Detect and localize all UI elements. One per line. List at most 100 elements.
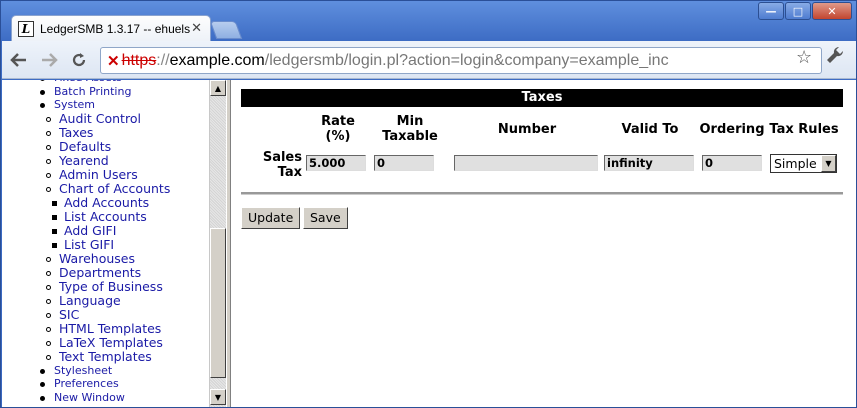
sidebar-item-label: Fixed Assets <box>54 80 122 84</box>
sidebar-item-text-templates[interactable]: Text Templates <box>2 348 170 364</box>
scroll-down-arrow-icon[interactable]: ▼ <box>210 389 226 405</box>
bullet-icon <box>52 200 57 206</box>
menu-scrollbar[interactable]: ▲ ▼ <box>209 80 226 407</box>
sidebar-item-label: Text Templates <box>59 348 152 364</box>
sidebar-item-label: SIC <box>59 306 80 322</box>
sidebar-item-audit-control[interactable]: Audit Control <box>2 110 170 126</box>
back-arrow-icon[interactable] <box>6 47 32 73</box>
save-button[interactable]: Save <box>303 207 348 229</box>
ordering-input[interactable]: 0 <box>702 155 762 171</box>
sidebar-item-label: Departments <box>59 264 142 280</box>
main-frame: Taxes Rate (%) Min Taxable Number Valid … <box>232 80 856 407</box>
sidebar-item-label: HTML Templates <box>59 320 162 336</box>
sidebar-item-list-accounts[interactable]: List Accounts <box>2 208 170 224</box>
sidebar-item-warehouses[interactable]: Warehouses <box>2 250 170 266</box>
tab-close-icon[interactable]: ✕ <box>191 21 202 36</box>
sidebar-item-type-of-business[interactable]: Type of Business <box>2 279 170 294</box>
sidebar-item-new-window[interactable]: New Window <box>2 391 170 405</box>
column-header-ordering: Ordering <box>699 122 765 137</box>
bullet-icon <box>46 116 51 122</box>
browser-window: L LedgerSMB 1.3.17 -- ehuelsma ✕ — □ ✕ ✕… <box>0 0 857 408</box>
bullet-icon <box>40 395 45 401</box>
maximize-button[interactable]: □ <box>785 2 811 20</box>
sidebar-item-label: Language <box>59 292 121 308</box>
sidebar-item-label: Chart of Accounts <box>59 180 171 196</box>
sidebar-item-preferences[interactable]: Preferences <box>2 377 170 391</box>
bullet-icon <box>46 340 51 346</box>
sidebar-item-label: Add GIFI <box>64 222 117 238</box>
sidebar-item-add-accounts[interactable]: Add Accounts <box>2 194 170 210</box>
sidebar-item-language[interactable]: Language <box>2 292 170 308</box>
sidebar-item-html-templates[interactable]: HTML Templates <box>2 320 170 336</box>
sidebar-item-label: Add Accounts <box>64 194 150 210</box>
bullet-icon <box>46 256 51 262</box>
column-header-number: Number <box>497 122 557 137</box>
sidebar-item-departments[interactable]: Departments <box>2 264 170 280</box>
sidebar-item-stylesheet[interactable]: Stylesheet <box>2 364 170 378</box>
bookmark-star-icon[interactable]: ☆ <box>796 47 812 68</box>
sidebar-item-latex-templates[interactable]: LaTeX Templates <box>2 334 170 350</box>
bullet-icon <box>52 214 57 220</box>
tax-rules-select[interactable]: Simple ▼ <box>770 154 837 173</box>
bullet-icon <box>40 368 45 374</box>
min-taxable-input[interactable]: 0 <box>374 155 434 171</box>
scrollbar-thumb[interactable] <box>210 228 226 378</box>
sidebar-item-taxes[interactable]: Taxes <box>2 125 170 140</box>
column-header-min-taxable-line1: Min <box>396 114 424 129</box>
window-controls: — □ ✕ <box>758 2 852 20</box>
sidebar-item-label: Yearend <box>59 152 109 168</box>
tax-number-input[interactable] <box>454 155 598 171</box>
sidebar-item-chart-of-accounts[interactable]: Chart of Accounts <box>2 180 171 196</box>
bullet-icon <box>46 354 51 360</box>
menu-frame: Fixed AssetsBatch PrintingSystemAudit Co… <box>2 80 230 407</box>
sidebar-item-label: Preferences <box>54 377 119 390</box>
sidebar-item-label: Defaults <box>59 138 112 154</box>
sidebar-item-add-gifi[interactable]: Add GIFI <box>2 222 170 238</box>
navigation-menu: Fixed AssetsBatch PrintingSystemAudit Co… <box>2 80 170 404</box>
page-content: Fixed AssetsBatch PrintingSystemAudit Co… <box>2 80 856 407</box>
bullet-icon <box>46 312 51 318</box>
new-tab-button[interactable] <box>209 21 243 39</box>
sidebar-item-admin-users[interactable]: Admin Users <box>2 167 170 182</box>
sidebar-item-label: System <box>54 98 96 111</box>
url-scheme: https <box>121 51 157 69</box>
sidebar-item-sic[interactable]: SIC <box>2 306 170 322</box>
bullet-icon <box>46 186 51 192</box>
sidebar-item-list-gifi[interactable]: List GIFI <box>2 237 170 252</box>
bullet-icon <box>52 242 57 248</box>
column-header-min-taxable-line2: Taxable <box>382 129 438 144</box>
frame-divider[interactable] <box>226 80 231 407</box>
bullet-icon <box>40 80 45 81</box>
scroll-up-arrow-icon[interactable]: ▲ <box>210 80 226 96</box>
tax-account-label-line1: Sales <box>262 150 302 165</box>
valid-to-input[interactable]: infinity <box>604 155 694 171</box>
dropdown-arrow-icon[interactable]: ▼ <box>821 155 836 172</box>
column-header-rate: Rate (%) <box>298 114 378 144</box>
bullet-icon <box>46 284 51 290</box>
tax-rules-selected-value: Simple <box>774 156 817 171</box>
minimize-button[interactable]: — <box>758 2 784 20</box>
wrench-menu-icon[interactable] <box>825 45 845 70</box>
update-button[interactable]: Update <box>241 207 301 229</box>
sidebar-item-defaults[interactable]: Defaults <box>2 138 170 154</box>
tab-title: LedgerSMB 1.3.17 -- ehuelsma <box>40 21 190 36</box>
sidebar-item-label: LaTeX Templates <box>59 334 163 350</box>
sidebar-item-system[interactable]: System <box>2 98 170 112</box>
browser-tab[interactable]: L LedgerSMB 1.3.17 -- ehuelsma ✕ <box>11 15 211 41</box>
bullet-icon <box>46 158 51 164</box>
sidebar-item-label: Warehouses <box>59 250 135 266</box>
address-bar[interactable]: ✕ https :// example.com /ledgersmb/login… <box>100 47 822 74</box>
sidebar-item-label: Audit Control <box>59 110 141 126</box>
bullet-icon <box>40 382 45 387</box>
sidebar-item-label: List Accounts <box>64 208 147 224</box>
reload-icon[interactable] <box>66 47 92 73</box>
insecure-lock-icon: ✕ <box>107 52 120 70</box>
sidebar-item-yearend[interactable]: Yearend <box>2 152 170 168</box>
close-window-button[interactable]: ✕ <box>812 2 852 20</box>
bullet-icon <box>52 228 57 234</box>
bullet-icon <box>40 89 45 95</box>
column-header-valid-to: Valid To <box>621 122 679 137</box>
sidebar-item-batch-printing[interactable]: Batch Printing <box>2 85 170 99</box>
forward-arrow-icon[interactable] <box>36 47 62 73</box>
rate-input[interactable]: 5.000 <box>306 155 366 171</box>
